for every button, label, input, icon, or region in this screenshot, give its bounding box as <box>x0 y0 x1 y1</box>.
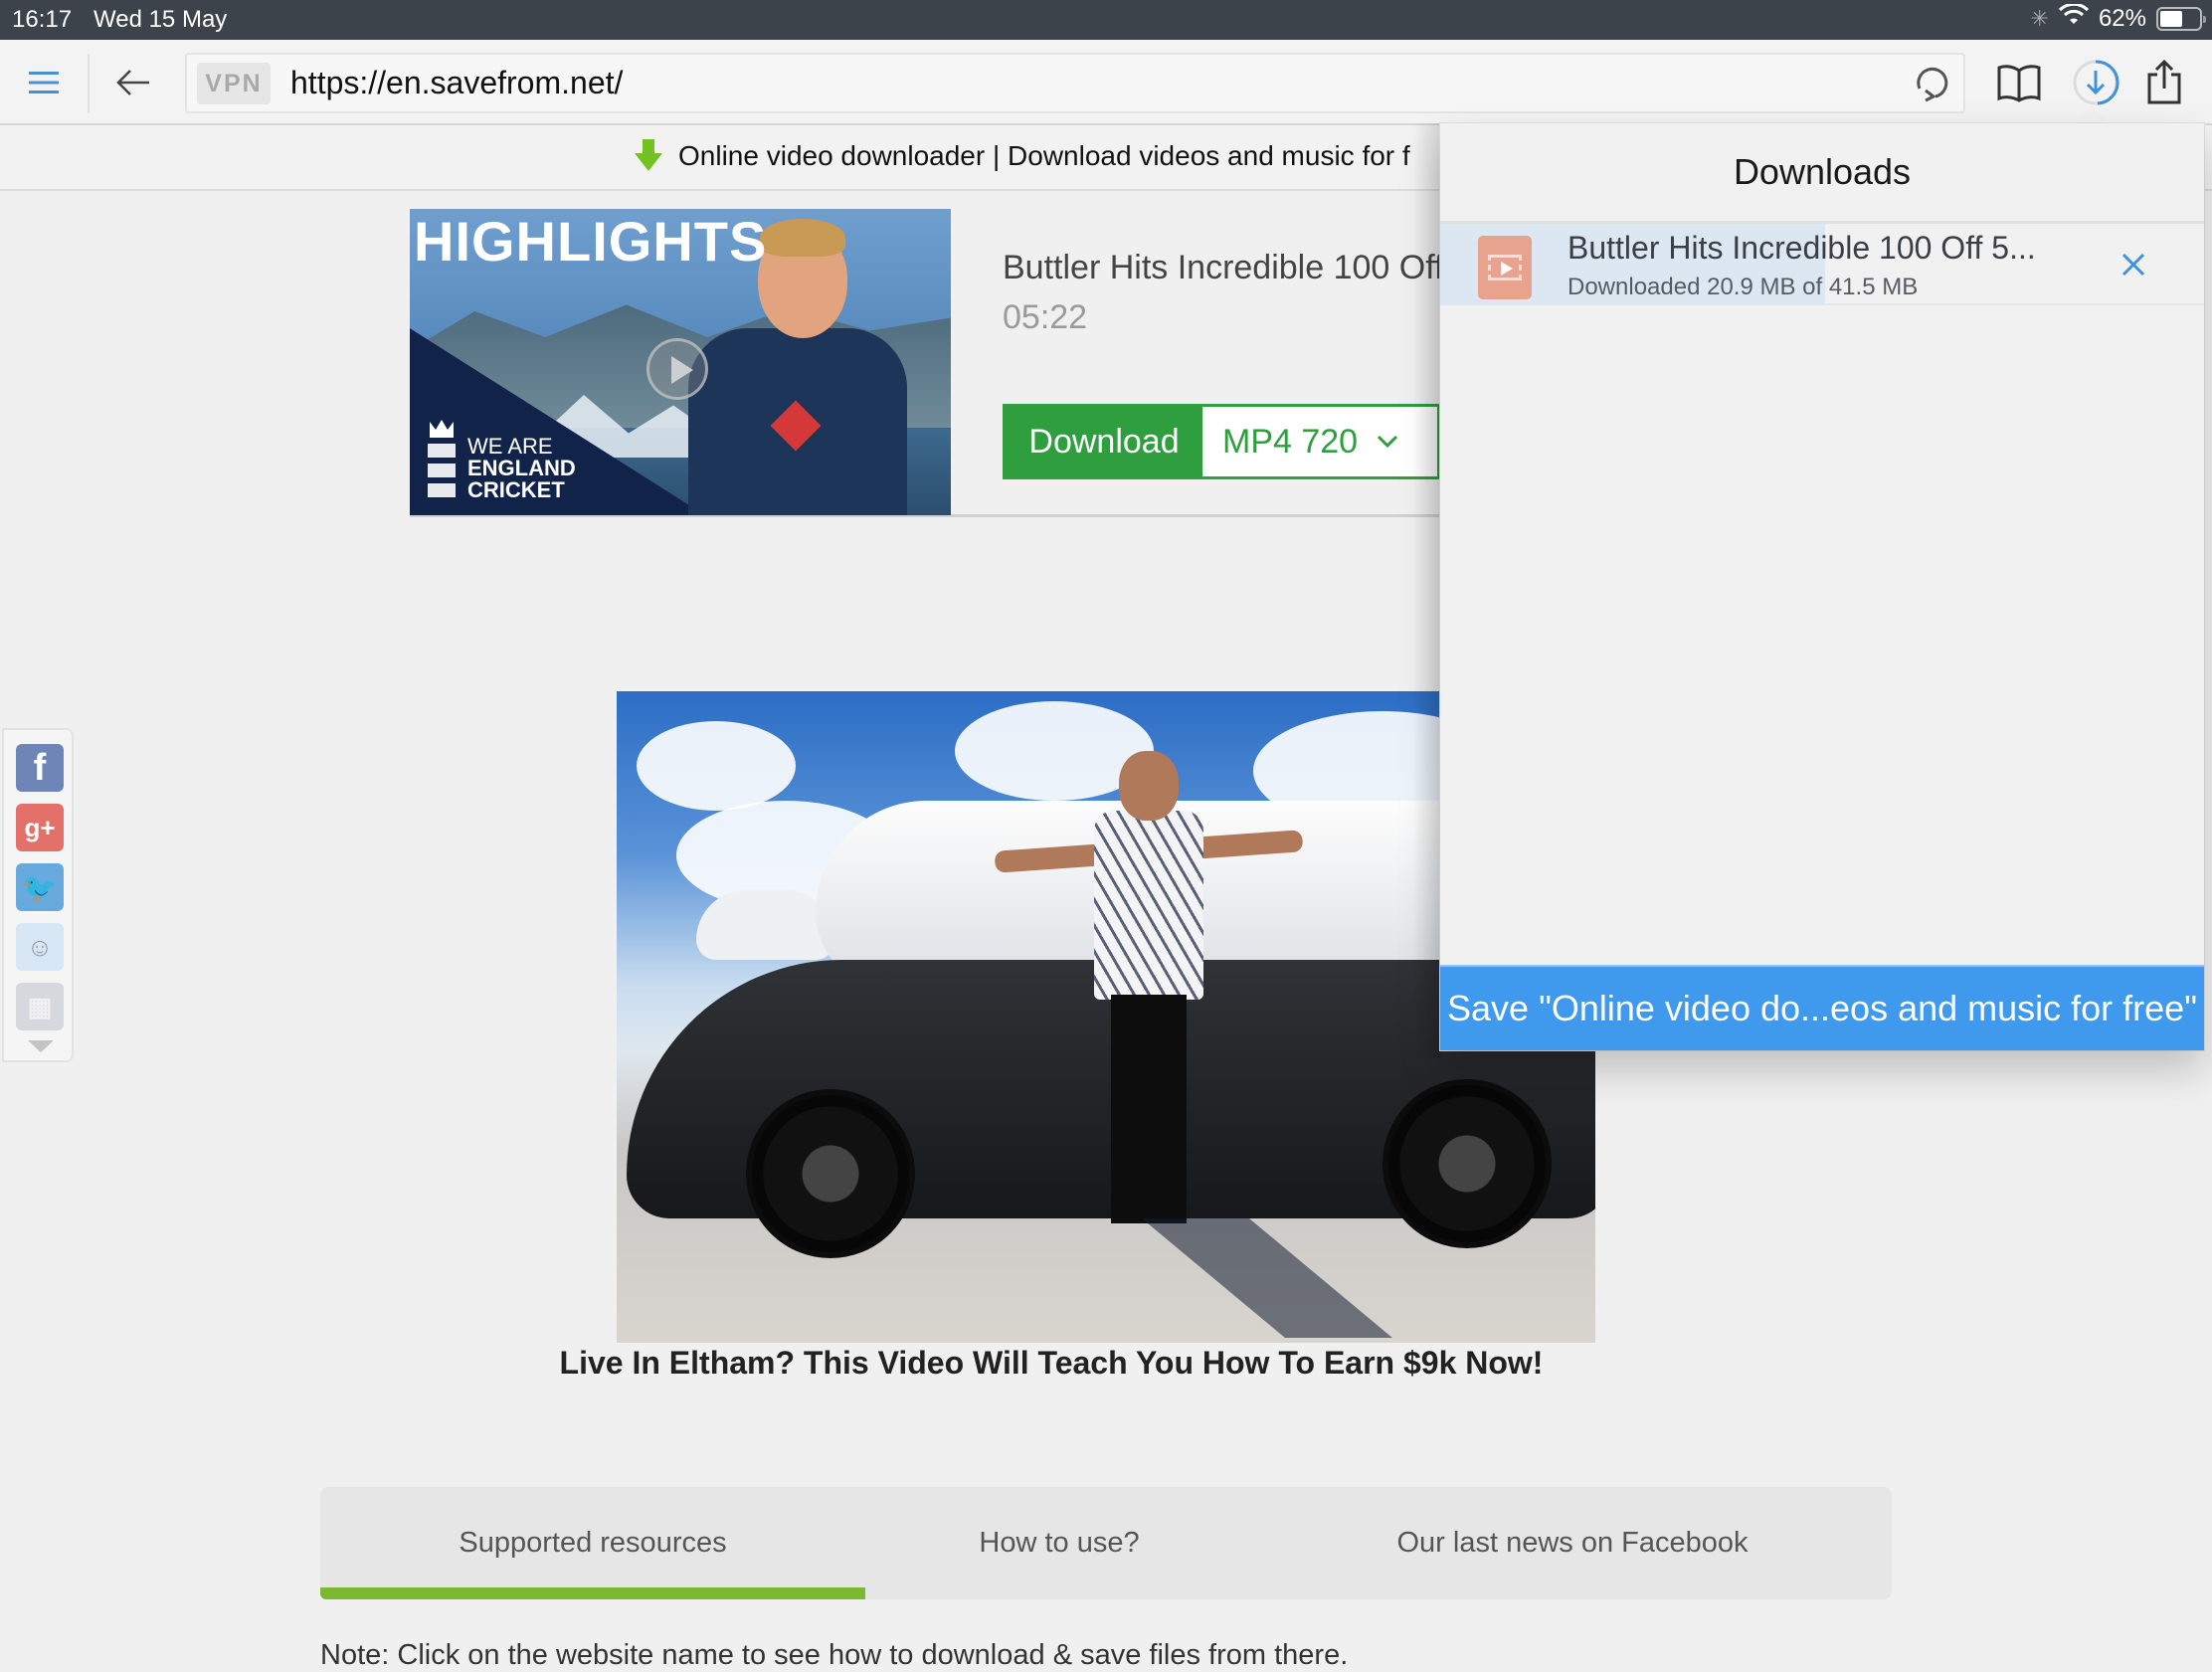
share-icon <box>2147 59 2181 104</box>
downloads-title: Downloads <box>1733 151 1912 192</box>
wifi-icon <box>2058 2 2090 33</box>
back-button[interactable] <box>107 60 159 105</box>
expand-arrow-icon[interactable] <box>28 1040 54 1052</box>
england-cricket-brand: WE ARE ENGLAND CRICKET <box>467 434 576 502</box>
panel-shadow <box>1412 123 1442 1058</box>
cancel-download-button[interactable] <box>2111 242 2156 287</box>
status-right: ✳ 62% <box>2030 2 2206 33</box>
status-date: Wed 15 May <box>93 6 228 33</box>
facebook-share-button[interactable]: f <box>16 744 64 792</box>
battery-percent: 62% <box>2098 4 2146 32</box>
ad-person <box>1094 811 1203 1000</box>
twitter-share-button[interactable]: 🐦 <box>16 863 64 911</box>
info-tabs: Supported resources How to use? Our last… <box>320 1487 1892 1599</box>
activity-spinner-icon: ✳ <box>2030 5 2049 31</box>
address-bar[interactable]: VPN https://en.savefrom.net/ <box>185 53 1965 113</box>
share-button[interactable] <box>2136 54 2192 109</box>
download-item[interactable]: Buttler Hits Incredible 100 Off 5... Dow… <box>1440 224 2204 305</box>
downloads-panel: Downloads Buttler Hits Incredible 100 Of… <box>1440 123 2204 1050</box>
tab-how-to-use[interactable]: How to use? <box>865 1487 1253 1599</box>
status-bar: 16:17 Wed 15 May ✳ 62% <box>0 0 2212 40</box>
video-file-icon <box>1478 236 1532 299</box>
close-icon <box>2121 253 2145 277</box>
download-status: Downloaded 20.9 MB of 41.5 MB <box>1567 274 1919 300</box>
status-time: 16:17 <box>12 6 73 33</box>
toolbar-divider <box>88 54 90 113</box>
download-arrow-logo-icon <box>635 139 662 171</box>
video-thumbnail[interactable]: HIGHLIGHTS WE ARE ENGLAND CRICKET <box>410 209 951 515</box>
bookmarks-button[interactable] <box>1989 58 2049 107</box>
battery-fill <box>2160 10 2183 27</box>
video-duration: 05:22 <box>1003 298 1088 336</box>
reddit-share-button[interactable]: ☺ <box>16 923 64 971</box>
google-plus-icon: g+ <box>24 812 56 842</box>
reload-icon <box>1917 67 1948 102</box>
browser-toolbar: VPN https://en.savefrom.net/ <box>0 40 2212 125</box>
chevron-down-icon <box>1378 435 1398 449</box>
downloads-button[interactable] <box>2067 58 2124 107</box>
video-result-card: HIGHLIGHTS WE ARE ENGLAND CRICKET Buttle… <box>410 209 1444 517</box>
reload-button[interactable] <box>1902 58 1961 107</box>
tab-facebook-news[interactable]: Our last news on Facebook <box>1253 1487 1892 1599</box>
reddit-icon: ☺ <box>26 931 54 962</box>
vpn-badge[interactable]: VPN <box>197 63 271 104</box>
tab-supported-resources[interactable]: Supported resources <box>320 1487 865 1599</box>
format-select[interactable]: MP4 720 <box>1202 407 1437 476</box>
download-button[interactable]: Download <box>1006 407 1202 476</box>
active-tab-indicator <box>320 1587 865 1599</box>
google-plus-share-button[interactable]: g+ <box>16 804 64 851</box>
facebook-icon: f <box>33 746 47 789</box>
ad-caption[interactable]: Live In Eltham? This Video Will Teach Yo… <box>560 1345 1544 1382</box>
note-text: Note: Click on the website name to see h… <box>320 1639 1349 1671</box>
bookmarks-book-icon <box>1997 65 2041 102</box>
more-icon: ▦ <box>27 991 53 1022</box>
ad-small-jet <box>696 890 835 960</box>
menu-button[interactable] <box>18 60 70 105</box>
save-page-button[interactable]: Save "Online video do...eos and music fo… <box>1440 965 2204 1050</box>
more-share-button[interactable]: ▦ <box>16 983 64 1030</box>
battery-icon <box>2156 6 2206 31</box>
banner-text: Online video downloader | Download video… <box>678 140 1410 171</box>
download-filename: Buttler Hits Incredible 100 Off 5... <box>1567 230 2036 266</box>
downloads-icon <box>2073 60 2120 105</box>
back-arrow-icon <box>116 70 149 95</box>
video-title: Buttler Hits Incredible 100 Off <box>1003 249 1444 286</box>
social-share-sidebar: f g+ 🐦 ☺ ▦ <box>2 728 74 1062</box>
twitter-icon: 🐦 <box>22 871 58 903</box>
menu-icon <box>29 72 59 93</box>
download-button-group: Download MP4 720 <box>1003 404 1440 479</box>
url-text[interactable]: https://en.savefrom.net/ <box>290 65 623 101</box>
england-crest-icon <box>428 420 456 497</box>
format-selected-value: MP4 720 <box>1222 422 1359 461</box>
thumb-headline: HIGHLIGHTS <box>414 210 768 273</box>
play-icon <box>646 338 708 400</box>
